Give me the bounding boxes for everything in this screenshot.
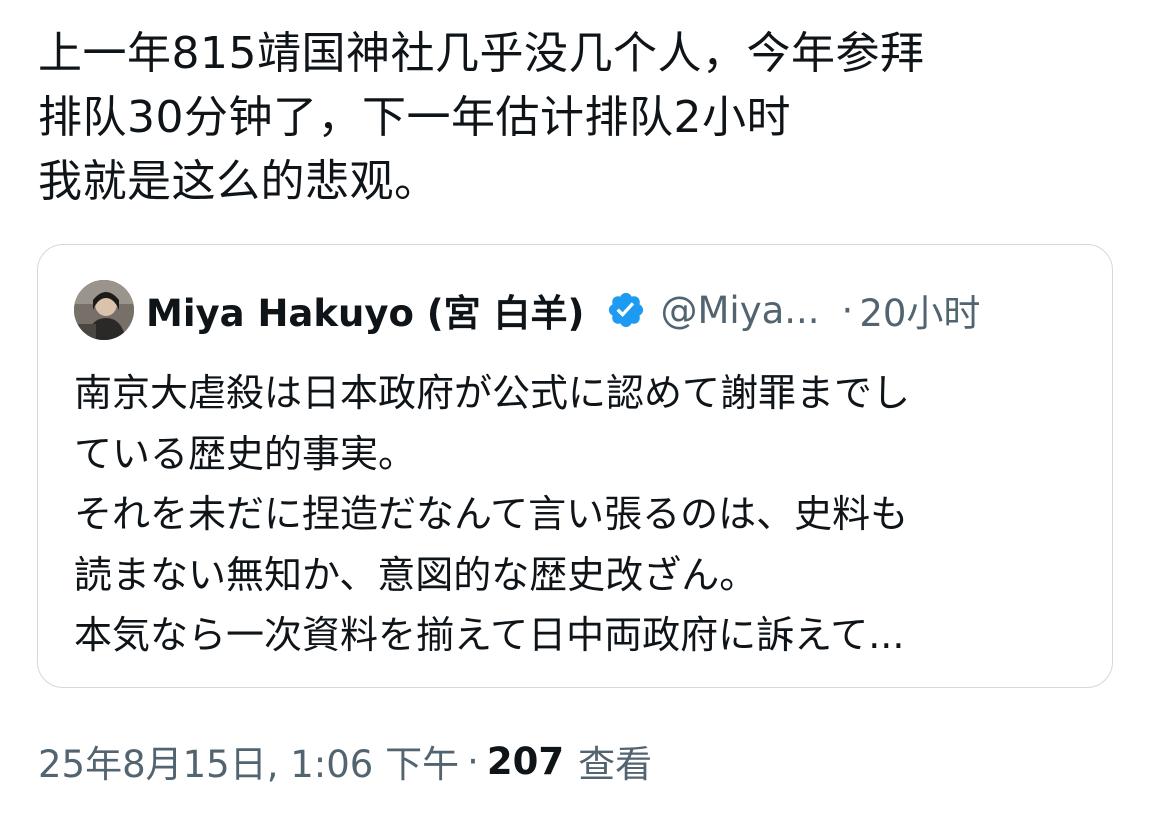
quoted-display-name[interactable]: Miya Hakuyo (宮 白羊) <box>146 283 584 337</box>
views-count[interactable]: 207 <box>487 740 564 783</box>
tweet-text-line: 上一年815靖国神社几乎没几个人，今年参拜 <box>38 28 925 79</box>
views-label: 查看 <box>578 743 653 786</box>
quoted-tweet-text: 南京大虐殺は日本政府が公式に認めて謝罪までし ている歴史的事実。 それを未だに捏… <box>74 363 1094 666</box>
quoted-tweet-card[interactable]: Miya Hakuyo (宮 白羊) @Miya... · 20小时 南京大虐殺… <box>37 244 1113 688</box>
tweet-meta: 25年8月15日, 1:06 下午 · 207 查看 <box>38 733 652 789</box>
quoted-tweet-header: Miya Hakuyo (宮 白羊) @Miya... · 20小时 <box>74 279 980 341</box>
tweet-datetime[interactable]: 25年8月15日, 1:06 下午 <box>38 734 459 788</box>
quoted-text-line: それを未だに捏造だなんて言い張るのは、史料も <box>74 492 909 536</box>
tweet-text-line: 我就是这么的悲观。 <box>38 156 439 207</box>
quoted-text-line: 南京大虐殺は日本政府が公式に認めて謝罪までし <box>74 371 911 415</box>
avatar[interactable] <box>74 280 134 340</box>
separator-dot: · <box>467 739 479 783</box>
quoted-text-line: 本気なら一次資料を揃えて日中両政府に訴えて... <box>74 613 905 657</box>
tweet-text-line: 排队30分钟了，下一年估计排队2小时 <box>38 92 791 143</box>
quoted-handle[interactable]: @Miya... <box>660 289 819 332</box>
separator-dot: · <box>841 288 854 332</box>
quoted-text-line: ている歴史的事実。 <box>74 431 417 476</box>
verified-badge-icon <box>609 292 644 328</box>
quoted-timestamp[interactable]: 20小时 <box>859 283 980 337</box>
quoted-text-line: 読まない無知か、意図的な歴史改ざん。 <box>74 552 758 597</box>
tweet-text: 上一年815靖国神社几乎没几个人，今年参拜 排队30分钟了，下一年估计排队2小时… <box>38 22 1118 214</box>
